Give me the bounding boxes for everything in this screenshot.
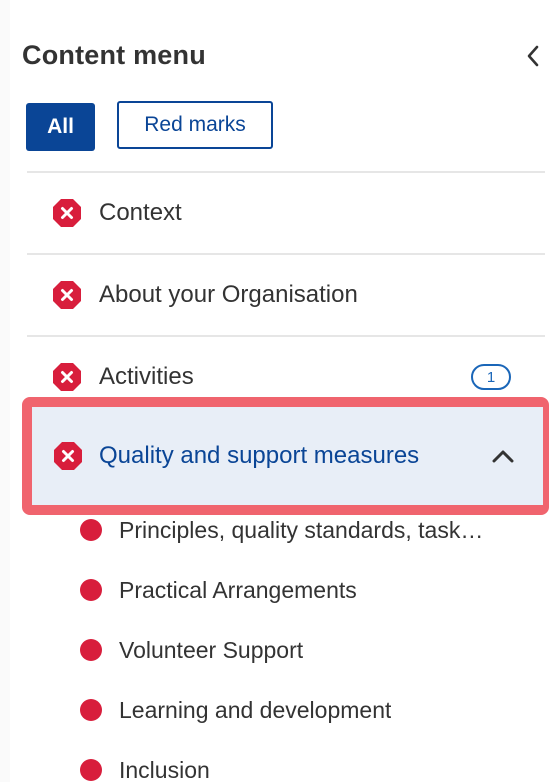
error-dot-icon <box>80 759 102 781</box>
sub-item-volunteer-support[interactable]: Volunteer Support <box>78 620 538 680</box>
count-badge: 1 <box>471 364 511 390</box>
content-menu-panel: Content menu All Red marks Context About… <box>0 0 549 782</box>
chevron-left-icon <box>527 45 539 67</box>
filter-all-button[interactable]: All <box>26 103 95 151</box>
menu-item-label: Quality and support measures <box>99 442 420 469</box>
content-menu-header: Content menu <box>22 36 549 76</box>
panel-title: Content menu <box>22 40 206 70</box>
menu-item-quality-and-support-measures[interactable]: Quality and support measures <box>32 407 543 505</box>
menu-item-label: Context <box>99 199 182 226</box>
filter-red-marks-button[interactable]: Red marks <box>117 101 273 149</box>
menu-item-label: Activities <box>99 363 194 390</box>
sub-item-label: Learning and development <box>119 696 392 723</box>
sub-item-label: Volunteer Support <box>119 636 304 663</box>
sub-item-label: Inclusion <box>119 756 210 782</box>
collapse-menu-button[interactable] <box>521 42 545 70</box>
error-dot-icon <box>80 639 102 661</box>
error-dot-icon <box>80 699 102 721</box>
error-status-icon <box>54 442 82 470</box>
error-status-icon <box>53 281 81 309</box>
sub-item-label: Practical Arrangements <box>119 576 357 603</box>
sub-item-inclusion[interactable]: Inclusion <box>78 740 538 782</box>
sub-item-learning-and-development[interactable]: Learning and development <box>78 680 538 740</box>
sub-menu-list: Principles, quality standards, task… Pra… <box>78 500 538 782</box>
error-status-icon <box>53 199 81 227</box>
error-status-icon <box>53 363 81 391</box>
sub-item-practical-arrangements[interactable]: Practical Arrangements <box>78 560 538 620</box>
sub-item-principles[interactable]: Principles, quality standards, task… <box>78 500 538 560</box>
error-dot-icon <box>80 579 102 601</box>
menu-item-label: About your Organisation <box>99 281 358 308</box>
sub-item-label: Principles, quality standards, task… <box>119 516 484 543</box>
filter-toggle-group: All Red marks <box>26 101 273 151</box>
menu-item-about-your-organisation[interactable]: About your Organisation <box>27 253 545 335</box>
error-dot-icon <box>80 519 102 541</box>
highlight-frame: Quality and support measures <box>22 397 549 515</box>
menu-item-context[interactable]: Context <box>27 171 545 253</box>
chevron-up-icon[interactable] <box>489 446 517 466</box>
content-menu-list: Context About your Organisation Activiti… <box>27 171 545 417</box>
